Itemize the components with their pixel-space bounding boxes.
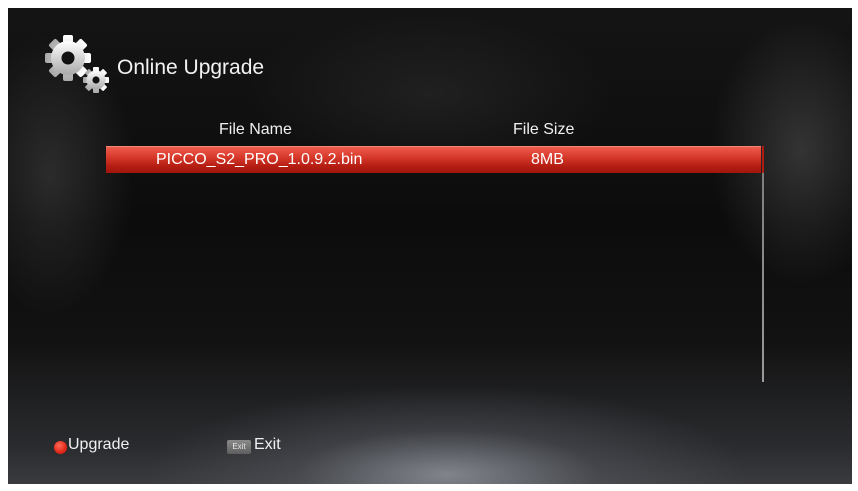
scrollbar-thumb[interactable] [762, 146, 764, 173]
column-header-file-name: File Name [219, 121, 292, 138]
column-header-file-size: File Size [513, 121, 575, 138]
page-title: Online Upgrade [117, 56, 265, 79]
scrollbar[interactable] [762, 146, 764, 382]
gears-icon [45, 35, 109, 93]
exit-key-icon: Exit [227, 440, 251, 454]
exit-button[interactable]: Exit [254, 436, 281, 454]
file-size-cell: 8MB [531, 151, 564, 168]
upgrade-button[interactable]: Upgrade [68, 436, 129, 454]
file-name-cell: PICCO_S2_PRO_1.0.9.2.bin [156, 151, 363, 168]
upgrade-screen: Online Upgrade File Name File Size PICCO… [8, 8, 852, 484]
red-key-icon [54, 441, 67, 454]
file-row-selected[interactable]: PICCO_S2_PRO_1.0.9.2.bin 8MB [106, 146, 761, 173]
